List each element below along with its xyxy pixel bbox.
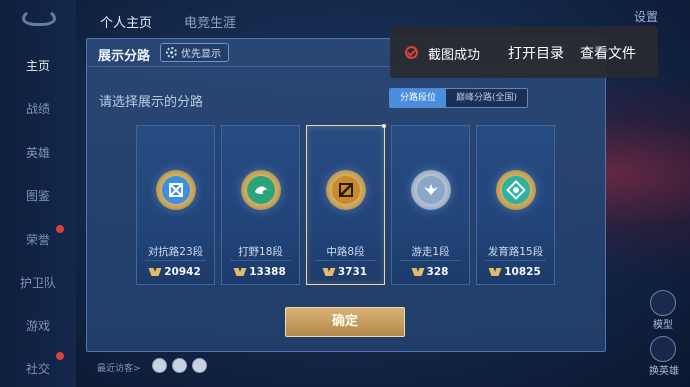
open-directory-link[interactable]: 打开目录 [508,43,564,63]
divider [230,260,291,261]
divider [315,260,376,261]
lane-points: 20942 [137,266,214,278]
lane-emblem [241,170,281,210]
lane-type-toggle: 分路段位 巅峰分路(全国) [389,88,529,108]
divider [145,260,206,261]
lane-card-bottom[interactable]: 发育路15段 10825 [476,125,555,285]
lane-label: 对抗路23段 [147,246,204,258]
points-icon [150,268,160,276]
lane-label: 打野18段 [238,246,283,258]
model-icon[interactable] [650,290,676,316]
model-button-label[interactable]: 模型 [653,316,673,331]
dragon-icon [247,176,275,204]
toast-message: 截图成功 [428,48,481,63]
sidebar-item-honor[interactable]: 荣誉 [0,231,76,248]
lane-emblem [496,170,536,210]
points-value: 20942 [164,266,201,278]
target-icon [502,176,530,204]
points-value: 13388 [249,266,286,278]
avatar[interactable] [172,358,187,373]
view-file-link[interactable]: 查看文件 [580,43,636,63]
lane-label: 发育路15段 [487,246,544,258]
panel-title: 展示分路 [98,49,151,64]
swap-hero-button-label[interactable]: 换英雄 [649,362,679,377]
notification-dot [56,225,64,233]
tab-lane-rank[interactable]: 分路段位 [390,89,447,107]
lane-label: 中路8段 [326,246,365,258]
selected-marker [382,124,386,128]
sidebar-item-games[interactable]: 游戏 [0,317,76,334]
sidebar-item-home[interactable]: 主页 [0,57,76,74]
avatar[interactable] [192,358,207,373]
lane-card-top[interactable]: 对抗路23段 20942 [136,125,215,285]
points-value: 10825 [504,266,541,278]
screenshot-toast: 截图成功 打开目录 查看文件 [390,26,658,78]
divider [485,260,546,261]
lane-emblem [411,170,451,210]
check-circle-icon [405,46,418,59]
sidebar-item-codex[interactable]: 图鉴 [0,187,76,204]
lane-points: 13388 [222,266,299,278]
lane-points: 328 [392,266,469,278]
settings-button[interactable]: 设置 [634,8,658,25]
lane-card-roam[interactable]: 游走1段 328 [391,125,470,285]
points-value: 328 [426,266,449,278]
tab-esports-career[interactable]: 电竞生涯 [184,12,236,31]
points-icon [413,268,423,276]
wings-icon [417,176,445,204]
slash-square-icon [332,176,360,204]
confirm-button[interactable]: 确定 [285,307,405,337]
lane-emblem [326,170,366,210]
lane-display-panel: 展示分路 优先显示 请选择展示的分路 分路段位 巅峰分路(全国) 对抗路23段 … [86,38,606,352]
tab-peak-lane[interactable]: 巅峰分路(全国) [446,89,528,107]
lane-card-jungle[interactable]: 打野18段 13388 [221,125,300,285]
sidebar: 主页 战绩 英雄 图鉴 荣誉 护卫队 游戏 社交 [0,0,76,387]
priority-display-button[interactable]: 优先显示 [160,43,229,62]
points-icon [235,268,245,276]
notification-dot [56,352,64,360]
points-value: 3731 [337,266,368,278]
lane-card-mid[interactable]: 中路8段 3731 [306,124,386,285]
divider [400,260,461,261]
lane-label: 游走1段 [411,246,450,258]
points-icon [490,268,500,276]
sword-shield-icon [162,176,190,204]
priority-display-label: 优先显示 [181,49,221,60]
tab-profile[interactable]: 个人主页 [100,12,152,31]
sidebar-item-record[interactable]: 战绩 [0,100,76,117]
panel-subtitle: 请选择展示的分路 [99,95,204,110]
recent-visitors-link[interactable]: 最近访客> [97,361,141,374]
lane-emblem [156,170,196,210]
gear-icon [166,47,177,58]
lane-points: 10825 [477,266,554,278]
sidebar-item-heroes[interactable]: 英雄 [0,144,76,161]
sidebar-item-guard-team[interactable]: 护卫队 [0,274,76,291]
avatar[interactable] [152,358,167,373]
sidebar-item-social[interactable]: 社交 [0,360,76,377]
back-logo-icon[interactable] [22,8,56,26]
lane-points: 3731 [307,266,384,278]
points-icon [324,268,334,276]
swap-hero-icon[interactable] [650,336,676,362]
